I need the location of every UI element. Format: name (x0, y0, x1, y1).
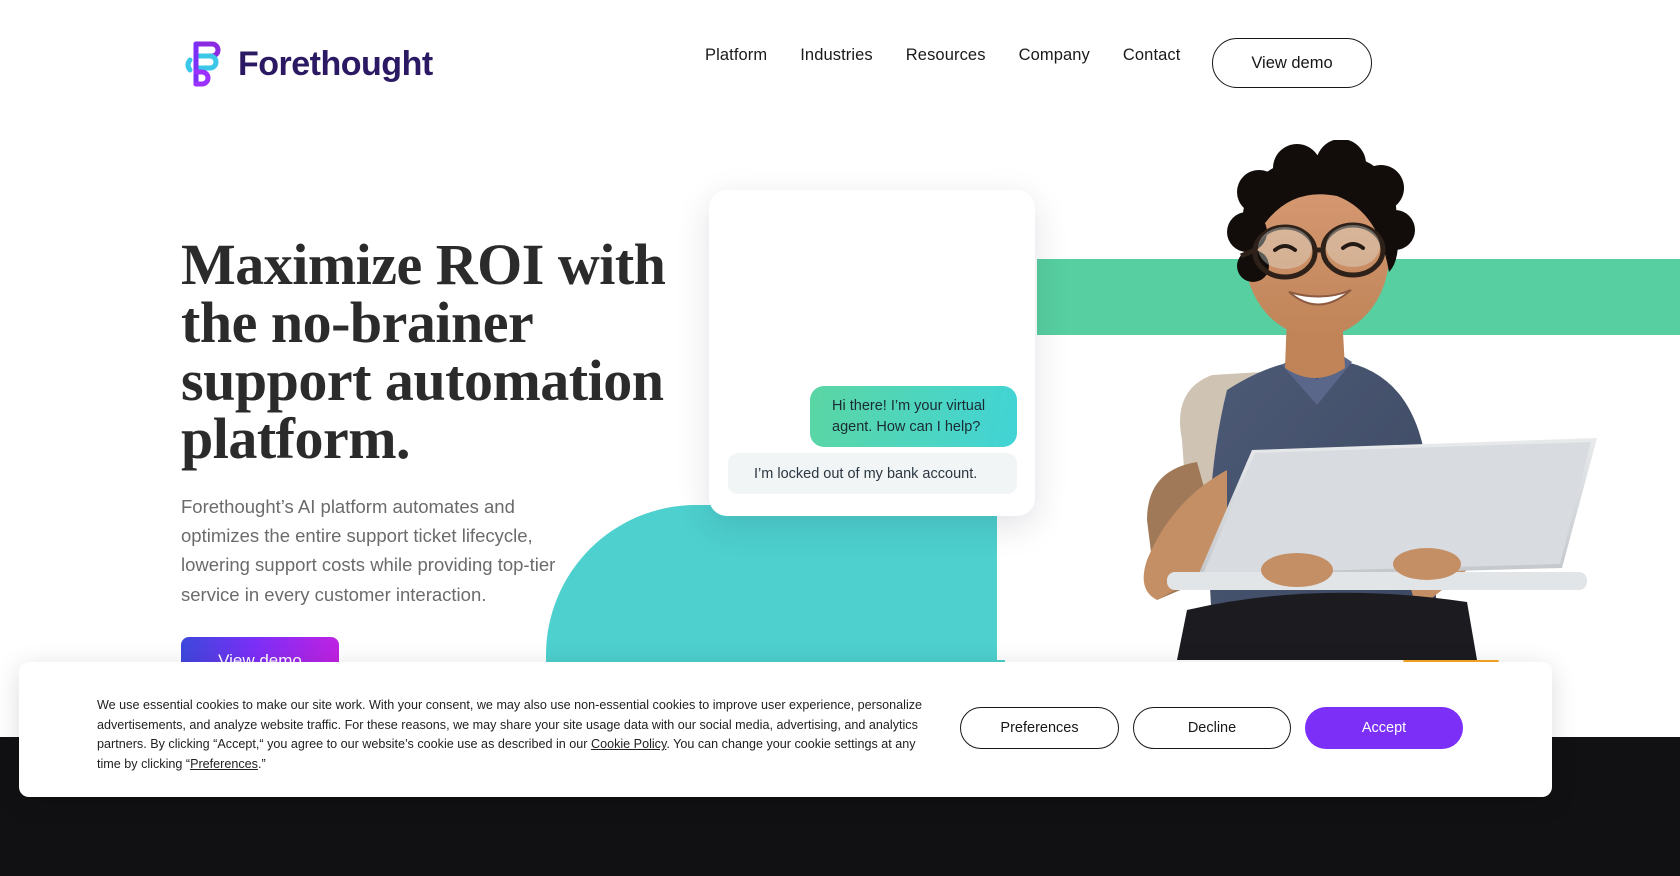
nav-contact[interactable]: Contact (1123, 46, 1181, 65)
preferences-button[interactable]: Preferences (960, 707, 1119, 749)
chat-bubble-agent: Hi there! I’m your virtual agent. How ca… (810, 386, 1017, 448)
cookie-banner-actions: Preferences Decline Accept (960, 707, 1463, 749)
site-header: Forethought Platform Industries Resource… (0, 0, 1680, 126)
main-navigation: Platform Industries Resources Company Co… (705, 46, 1180, 65)
cookie-banner-text: We use essential cookies to make our sit… (97, 696, 942, 774)
decline-button[interactable]: Decline (1133, 707, 1291, 749)
nav-company[interactable]: Company (1019, 46, 1090, 65)
header-view-demo-button[interactable]: View demo (1212, 38, 1372, 88)
preferences-link[interactable]: Preferences (190, 757, 258, 771)
nav-platform[interactable]: Platform (705, 46, 767, 65)
cookie-consent-banner: We use essential cookies to make our sit… (19, 662, 1552, 797)
hero-subtitle: Forethought’s AI platform automates and … (181, 496, 556, 605)
nav-resources[interactable]: Resources (906, 46, 986, 65)
forethought-logo-icon (182, 38, 226, 90)
brand-wordmark: Forethought (238, 44, 433, 83)
cookie-policy-link[interactable]: Cookie Policy (591, 737, 666, 751)
nav-industries[interactable]: Industries (800, 46, 873, 65)
hero-headline: Maximize ROI with the no-brainer support… (181, 232, 666, 471)
cookie-text-part-3: .” (257, 756, 266, 771)
brand-logo[interactable]: Forethought (182, 38, 433, 90)
chat-bubble-user: I’m locked out of my bank account. (728, 453, 1017, 494)
hero-photo-woman-with-laptop (997, 140, 1680, 660)
page-root: Hi there! I’m your virtual agent. How ca… (0, 0, 1680, 876)
accept-button[interactable]: Accept (1305, 707, 1463, 749)
